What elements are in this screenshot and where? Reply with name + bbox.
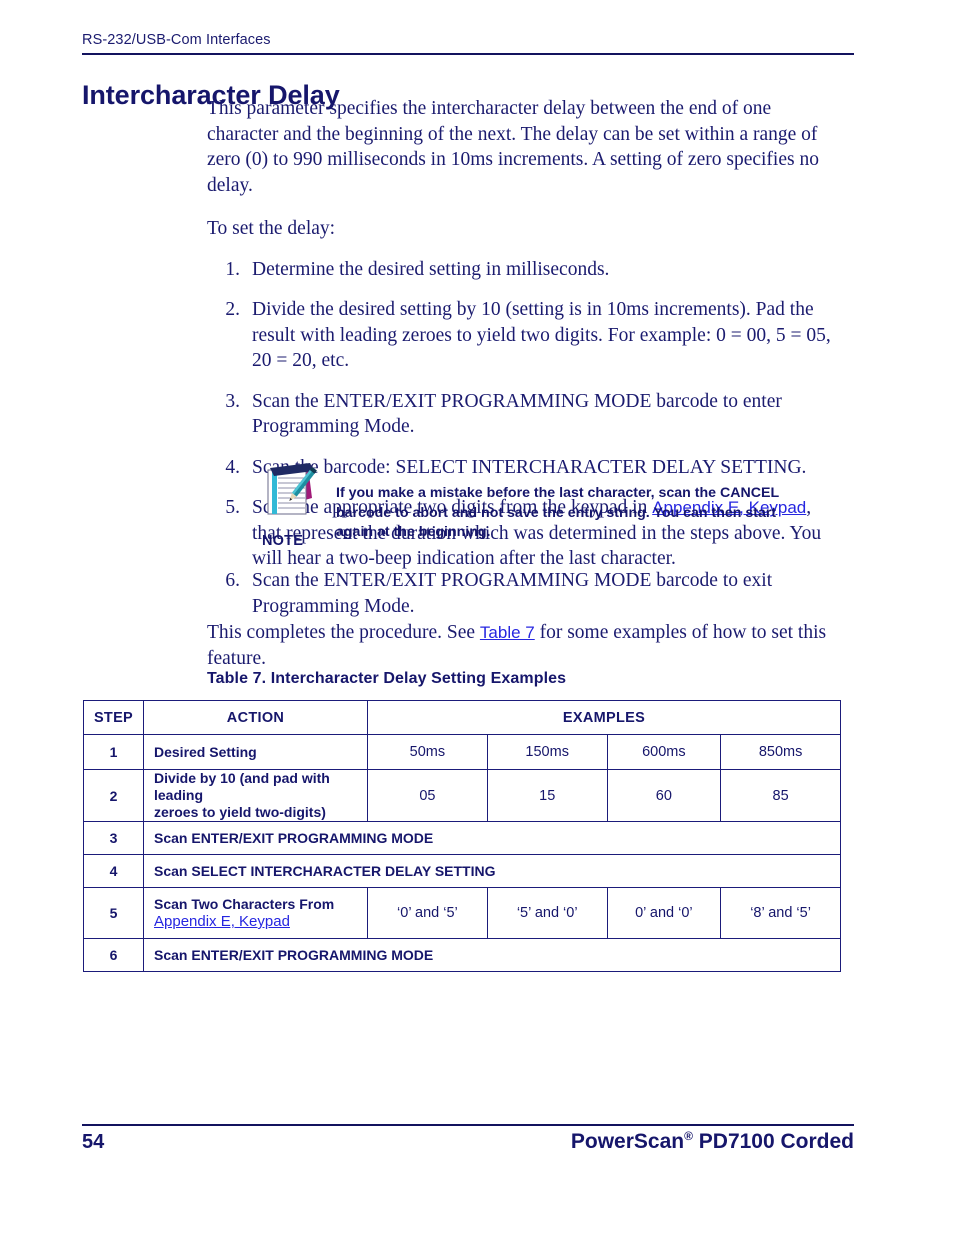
cell-step: 1 <box>83 734 144 770</box>
cell-action-line2: zeroes to yield two-digits) <box>154 804 326 820</box>
cell-example: 850ms <box>720 734 841 770</box>
step-number: 2. <box>225 299 240 320</box>
cell-action: Scan ENTER/EXIT PROGRAMMING MODE <box>143 938 841 972</box>
closing-text-head: This completes the procedure. See <box>207 622 480 643</box>
table-caption: Table 7. Intercharacter Delay Setting Ex… <box>207 670 567 687</box>
footer-page-number: 54 <box>82 1131 105 1153</box>
cell-example: 150ms <box>486 734 608 770</box>
cell-action-line1: Scan Two Characters From <box>154 896 335 912</box>
step-number: 6. <box>225 570 240 591</box>
table-row: 1 Desired Setting 50ms 150ms 600ms 850ms <box>83 734 841 770</box>
step-text: Scan the ENTER/EXIT PROGRAMMING MODE bar… <box>252 390 782 438</box>
cell-step: 4 <box>83 854 144 888</box>
step-text: Determine the desired setting in millise… <box>252 258 610 280</box>
cell-example: 15 <box>486 769 608 822</box>
table-row: 2 Divide by 10 (and pad with leading zer… <box>83 769 841 822</box>
table-7-link[interactable]: Table 7 <box>480 623 535 642</box>
document-page: RS-232/USB-Com Interfaces Intercharacter… <box>0 0 954 1235</box>
closing-paragraph: This completes the procedure. See Table … <box>207 620 845 671</box>
step-number: 5. <box>225 497 240 518</box>
note-label: NOTE <box>262 533 304 549</box>
table-row: 4 Scan SELECT INTERCHARACTER DELAY SETTI… <box>83 854 841 888</box>
list-item: 6. Scan the ENTER/EXIT PROGRAMMING MODE … <box>207 568 845 619</box>
cell-step: 2 <box>83 769 144 822</box>
step-number: 3. <box>225 390 240 412</box>
step-text: Scan the ENTER/EXIT PROGRAMMING MODE bar… <box>252 570 773 617</box>
table-header-row: STEP ACTION EXAMPLES <box>83 700 841 735</box>
cell-example: 05 <box>367 769 488 822</box>
procedure-steps-continued: 6. Scan the ENTER/EXIT PROGRAMMING MODE … <box>207 568 845 619</box>
cell-example: 0’ and ‘0’ <box>606 887 722 939</box>
step-number: 4. <box>225 456 240 478</box>
column-header-examples: EXAMPLES <box>367 700 841 735</box>
list-item: 3. Scan the ENTER/EXIT PROGRAMMING MODE … <box>207 389 842 440</box>
footer-product-name-1: PowerScan <box>570 1130 685 1153</box>
appendix-e-keypad-link-table[interactable]: Appendix E, Keypad <box>154 913 290 930</box>
intro-paragraph: This parameter specifies the intercharac… <box>207 98 819 196</box>
cell-step: 3 <box>83 821 144 855</box>
registered-trademark-icon: ® <box>684 1129 693 1143</box>
list-item: 1. Determine the desired setting in mill… <box>207 257 842 283</box>
step-text: Divide the desired setting by 10 (settin… <box>252 299 831 371</box>
step-number: 1. <box>225 258 240 280</box>
notepad-pencil-icon <box>258 458 320 520</box>
cell-example: 60 <box>606 769 722 822</box>
running-header: RS-232/USB-Com Interfaces <box>82 32 271 48</box>
cell-example: 50ms <box>367 734 488 770</box>
step-text: Scan the barcode: SELECT INTERCHARACTER … <box>252 456 807 478</box>
intercharacter-delay-table: STEP ACTION EXAMPLES 1 Desired Setting 5… <box>83 700 841 972</box>
cell-action-line1: Divide by 10 (and pad with leading <box>154 770 330 803</box>
table-row: 5 Scan Two Characters From Appendix E, K… <box>83 887 841 939</box>
cell-example: ‘5’ and ‘0’ <box>486 887 608 939</box>
cell-step: 5 <box>83 887 144 939</box>
list-item: 2. Divide the desired setting by 10 (set… <box>207 297 842 374</box>
cell-example: 85 <box>720 769 841 822</box>
note-text: If you make a mistake before the last ch… <box>336 485 779 540</box>
cell-action: Scan Two Characters From Appendix E, Key… <box>143 887 368 939</box>
table-row: 3 Scan ENTER/EXIT PROGRAMMING MODE <box>83 821 841 855</box>
cell-step: 6 <box>83 938 144 972</box>
cell-action: Scan ENTER/EXIT PROGRAMMING MODE <box>143 821 841 855</box>
footer-product-name: PowerScan® PD7100 Corded <box>571 1129 854 1154</box>
table-row: 6 Scan ENTER/EXIT PROGRAMMING MODE <box>83 938 841 972</box>
footer-rule <box>82 1124 854 1126</box>
lead-in-paragraph: To set the delay: <box>207 218 336 239</box>
cell-example: 600ms <box>606 734 722 770</box>
column-header-step: STEP <box>83 700 144 735</box>
cell-example: ‘0’ and ‘5’ <box>367 887 488 939</box>
cell-action: Scan SELECT INTERCHARACTER DELAY SETTING <box>143 854 841 888</box>
cell-action: Desired Setting <box>143 734 368 770</box>
column-header-action: ACTION <box>143 700 368 735</box>
footer-product-name-2: PD7100 Corded <box>692 1130 854 1153</box>
header-rule <box>82 53 854 55</box>
cell-example: ‘8’ and ‘5’ <box>720 887 841 939</box>
cell-action: Divide by 10 (and pad with leading zeroe… <box>143 769 368 822</box>
